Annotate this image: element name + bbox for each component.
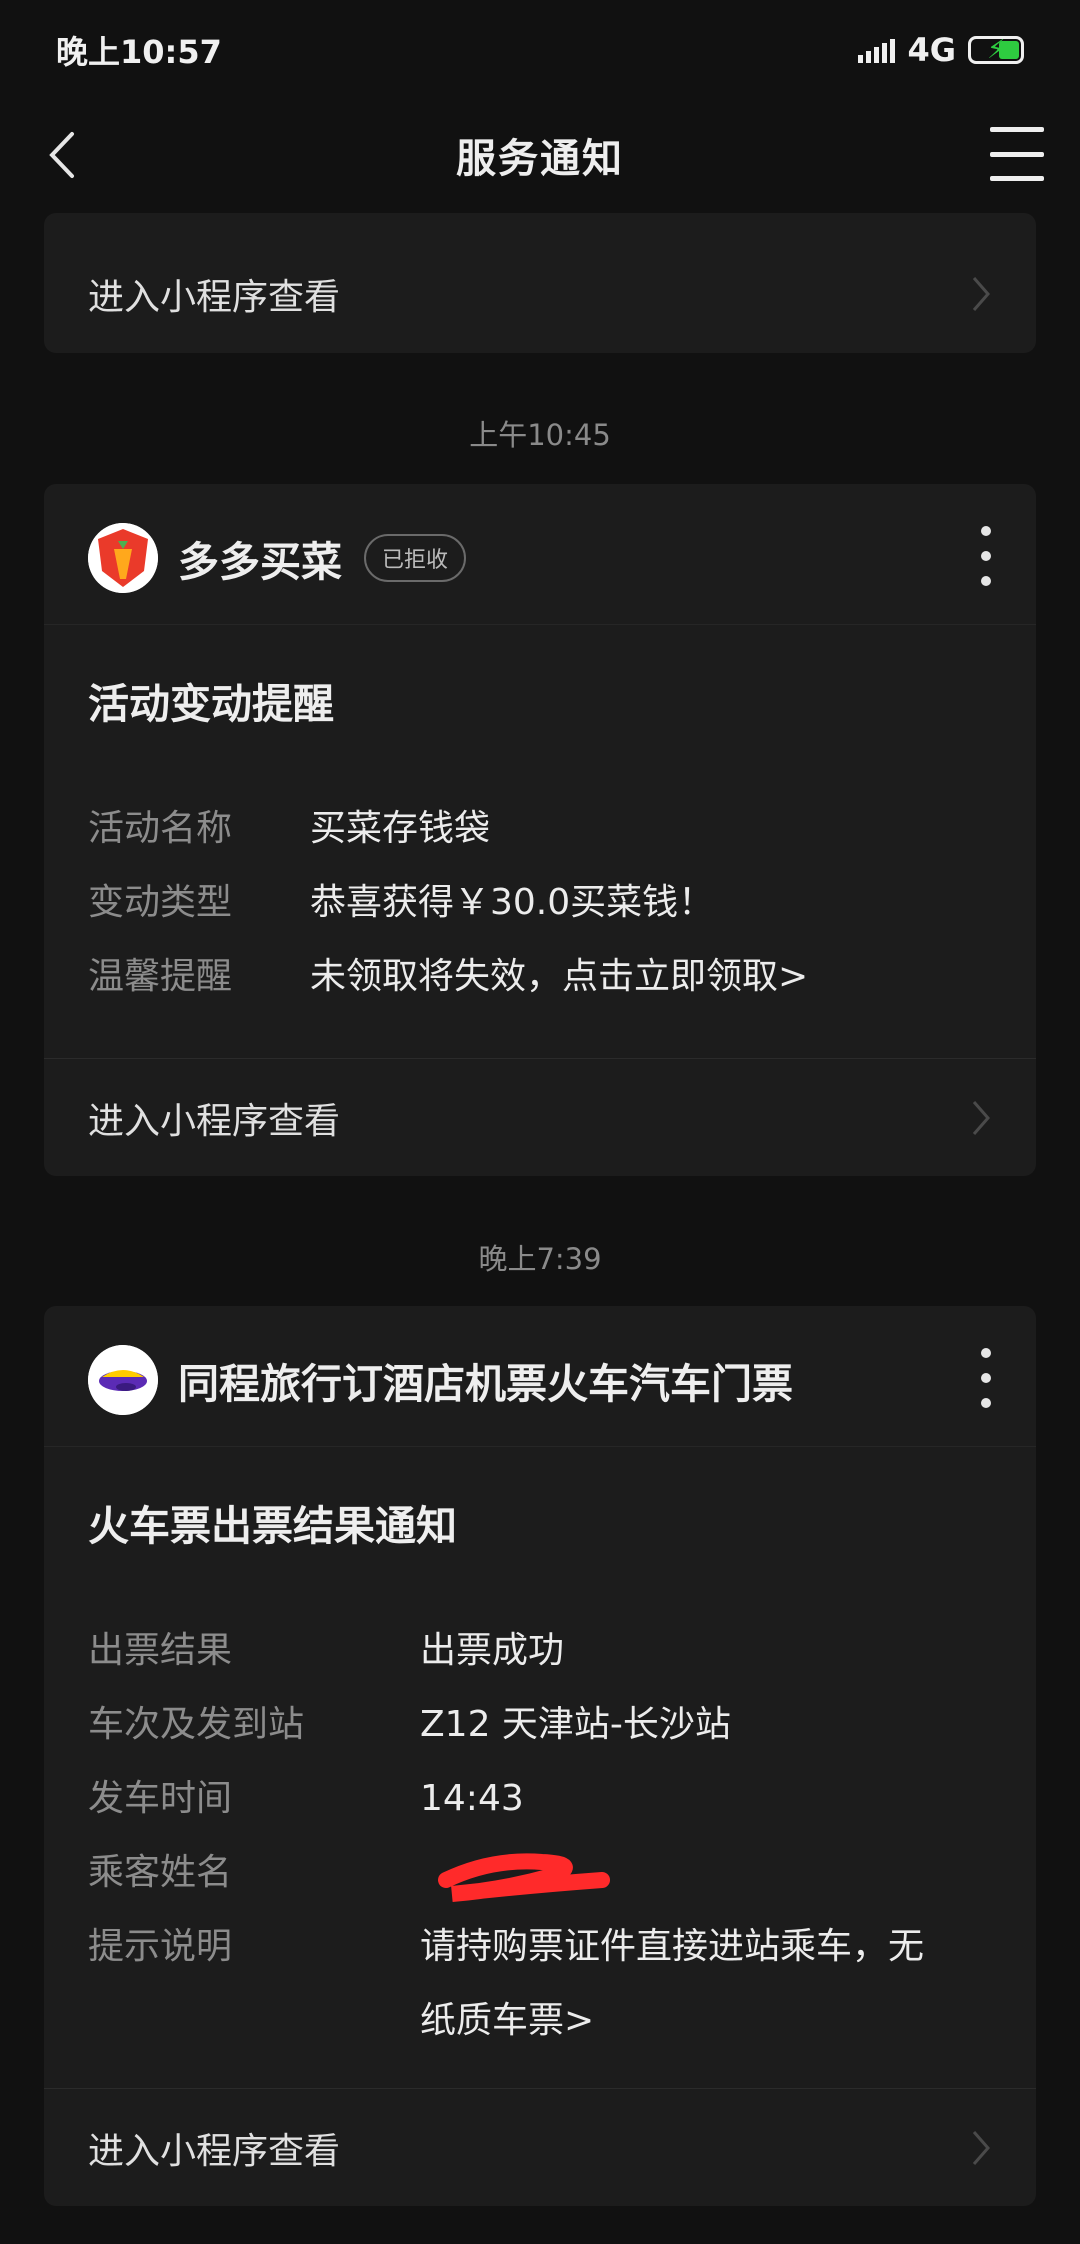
field-row: 乘客姓名 xyxy=(88,1836,992,1910)
card-header: 多多买菜 已拒收 xyxy=(88,522,992,594)
divider xyxy=(44,624,1036,625)
menu-icon xyxy=(990,127,1044,132)
message-time: 上午10:45 xyxy=(469,418,611,452)
open-miniprogram-label: 进入小程序查看 xyxy=(88,1100,341,1142)
field-key: 发车时间 xyxy=(88,1778,233,1819)
field-row: 提示说明 请持购票证件直接进站乘车，无 纸质车票> xyxy=(88,1910,992,2058)
status-bar: 晚上10:57 4G ⚡ xyxy=(0,0,1080,100)
field-key: 温馨提醒 xyxy=(88,956,233,997)
message-fields: 活动名称 买菜存钱袋 变动类型 恭喜获得￥30.0买菜钱！ 温馨提醒 未领取将失… xyxy=(88,792,992,1014)
open-miniprogram-link[interactable]: 进入小程序查看 xyxy=(44,235,1036,353)
chevron-right-icon xyxy=(972,1101,990,1135)
field-key: 变动类型 xyxy=(88,882,233,923)
more-options-button[interactable] xyxy=(976,526,996,586)
status-badge: 已拒收 xyxy=(364,534,467,582)
duoduo-logo-icon[interactable] xyxy=(88,523,158,593)
status-time: 晚上10:57 xyxy=(56,33,222,71)
back-button[interactable] xyxy=(32,122,92,188)
field-key: 乘客姓名 xyxy=(88,1852,233,1893)
card-header: 同程旅行订酒店机票火车汽车门票 xyxy=(88,1344,992,1416)
field-row: 温馨提醒 未领取将失效，点击立即领取> xyxy=(88,940,992,1014)
page-title: 服务通知 xyxy=(456,136,624,182)
network-type: 4G xyxy=(907,31,956,69)
signal-icon xyxy=(858,37,896,63)
open-miniprogram-label: 进入小程序查看 xyxy=(88,277,341,318)
message-card-previous: 进入小程序查看 xyxy=(44,213,1036,353)
open-miniprogram-link[interactable]: 进入小程序查看 xyxy=(44,2088,1036,2206)
field-key: 提示说明 xyxy=(88,1926,233,1967)
battery-icon: ⚡ xyxy=(968,36,1024,64)
message-card-tongcheng: 同程旅行订酒店机票火车汽车门票 火车票出票结果通知 出票结果 出票成功 车次及发… xyxy=(44,1306,1036,2206)
divider xyxy=(44,1446,1036,1447)
redaction-scribble xyxy=(438,1853,610,1902)
field-value: 未领取将失效，点击立即领取> xyxy=(310,956,809,997)
field-value: 请持购票证件直接进站乘车，无 纸质车票> xyxy=(420,1910,992,2058)
field-value: Z12 天津站-长沙站 xyxy=(420,1704,731,1745)
field-row: 变动类型 恭喜获得￥30.0买菜钱！ xyxy=(88,866,992,940)
field-value-line: 请持购票证件直接进站乘车，无 xyxy=(420,1926,925,1967)
message-card-duoduo: 多多买菜 已拒收 活动变动提醒 活动名称 买菜存钱袋 变动类型 恭喜获得￥30.… xyxy=(44,484,1036,1176)
app-name[interactable]: 同程旅行订酒店机票火车汽车门票 xyxy=(178,1350,793,1410)
field-value-line: 纸质车票> xyxy=(420,2000,595,2041)
more-vertical-icon xyxy=(981,1348,991,1358)
chevron-right-icon xyxy=(972,277,990,311)
open-miniprogram-label: 进入小程序查看 xyxy=(88,2130,341,2172)
more-options-button[interactable] xyxy=(976,1348,996,1408)
more-vertical-icon xyxy=(981,526,991,536)
field-row: 活动名称 买菜存钱袋 xyxy=(88,792,992,866)
tongcheng-logo-icon[interactable] xyxy=(88,1345,158,1415)
message-title: 火车票出票结果通知 xyxy=(88,1502,457,1550)
field-value: 出票成功 xyxy=(420,1630,565,1671)
open-miniprogram-link[interactable]: 进入小程序查看 xyxy=(44,1058,1036,1176)
message-time: 晚上7:39 xyxy=(478,1242,602,1276)
status-icons: 4G ⚡ xyxy=(858,31,1024,69)
menu-button[interactable] xyxy=(990,127,1044,181)
field-row: 出票结果 出票成功 xyxy=(88,1614,992,1688)
field-key: 活动名称 xyxy=(88,808,233,849)
field-row: 车次及发到站 Z12 天津站-长沙站 xyxy=(88,1688,992,1762)
nav-bar: 服务通知 xyxy=(0,100,1080,210)
field-value: 买菜存钱袋 xyxy=(310,808,491,849)
chevron-right-icon xyxy=(972,2131,990,2165)
message-title: 活动变动提醒 xyxy=(88,680,334,728)
field-row: 发车时间 14:43 xyxy=(88,1762,992,1836)
chevron-left-icon xyxy=(49,132,74,178)
message-fields: 出票结果 出票成功 车次及发到站 Z12 天津站-长沙站 发车时间 14:43 … xyxy=(88,1614,992,2058)
field-value: 恭喜获得￥30.0买菜钱！ xyxy=(310,882,715,923)
app-name[interactable]: 多多买菜 xyxy=(178,528,342,588)
field-key: 出票结果 xyxy=(88,1630,233,1671)
field-key: 车次及发到站 xyxy=(88,1704,305,1745)
field-value: 14:43 xyxy=(420,1778,524,1819)
